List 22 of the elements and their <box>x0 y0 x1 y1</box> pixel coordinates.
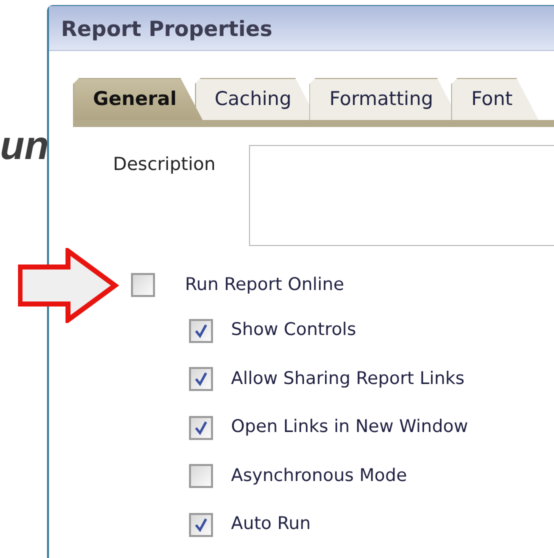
checkbox-label: Show Controls <box>231 319 356 342</box>
checkbox[interactable] <box>131 273 155 298</box>
check-icon <box>193 420 209 436</box>
checkbox[interactable] <box>189 367 213 391</box>
checkbox[interactable] <box>189 512 213 536</box>
description-field[interactable] <box>249 145 554 246</box>
checkbox-label: Allow Sharing Report Links <box>231 368 465 391</box>
arrow-icon <box>18 248 119 323</box>
tab[interactable]: Font <box>451 78 539 120</box>
checkbox-label: Auto Run <box>231 513 311 536</box>
check-icon <box>193 371 209 387</box>
checkbox-label: Open Links in New Window <box>231 416 468 440</box>
tab[interactable]: General <box>73 78 203 120</box>
checkbox[interactable] <box>189 318 213 342</box>
checkbox[interactable] <box>189 464 213 488</box>
window-title: Report Properties <box>49 6 554 51</box>
checkbox-label: Asynchronous Mode <box>231 464 408 488</box>
checkbox[interactable] <box>189 416 213 440</box>
field-label: Description <box>112 153 217 177</box>
checkbox-label: Run Report Online <box>185 274 344 297</box>
check-icon <box>193 322 209 338</box>
check-icon <box>193 516 209 532</box>
